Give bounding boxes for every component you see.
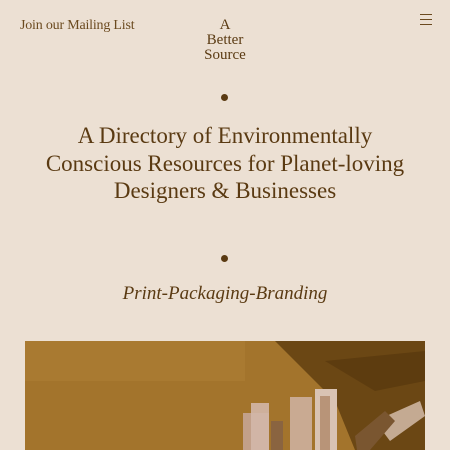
- logo-line-2: Better: [206, 32, 244, 48]
- menu-bar: [420, 23, 432, 25]
- page: Join our Mailing List A Better Source A …: [0, 0, 450, 450]
- menu-bar: [420, 14, 432, 16]
- divider-dot: [221, 255, 228, 262]
- tagline: Print-Packaging-Branding: [122, 283, 328, 304]
- logo-line-1: A: [219, 17, 231, 33]
- hero-image: [25, 341, 425, 450]
- hero-image-graphic: [25, 341, 425, 450]
- hamburger-menu-icon[interactable]: [420, 14, 432, 25]
- menu-bar: [420, 18, 432, 21]
- page-headline: A Directory of Environmentally Conscious…: [45, 123, 405, 203]
- site-logo[interactable]: A Better Source: [0, 18, 450, 63]
- divider-dot: [221, 94, 228, 101]
- logo-line-3: Source: [204, 47, 246, 63]
